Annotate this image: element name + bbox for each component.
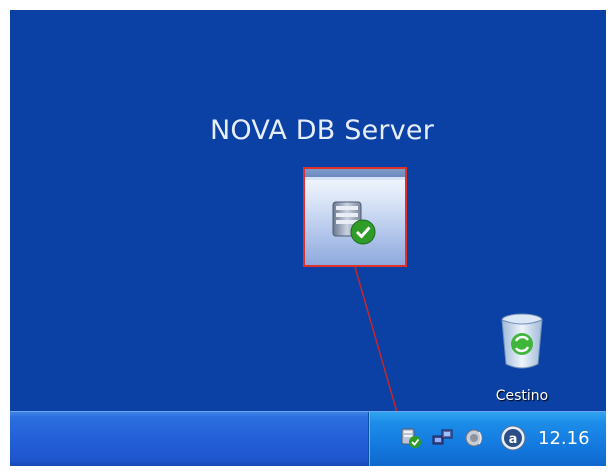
- agent-a-icon[interactable]: a: [499, 424, 527, 452]
- recycle-bin-icon: [501, 313, 543, 369]
- callout-strip: [305, 169, 405, 177]
- desktop-icon-label: Cestino: [495, 388, 549, 404]
- clock[interactable]: 12.16: [538, 428, 590, 449]
- speaker-icon[interactable]: [463, 427, 485, 449]
- desktop[interactable]: NOVA DB Server Cestino: [10, 10, 606, 411]
- screen: NOVA DB Server Cestino a 12.16: [10, 10, 606, 466]
- nova-db-server-icon[interactable]: [400, 427, 422, 449]
- callout-strip-highlight: [305, 177, 405, 180]
- nova-db-server-icon: [332, 201, 376, 245]
- network-icon[interactable]: [432, 427, 454, 449]
- svg-text:a: a: [509, 432, 518, 447]
- callout-title: NOVA DB Server: [210, 115, 435, 146]
- zoomed-tray-icon-callout: [303, 167, 407, 267]
- taskbar[interactable]: a 12.16: [10, 411, 606, 466]
- desktop-icon-cestino[interactable]: Cestino: [482, 310, 562, 420]
- system-tray: a 12.16: [368, 412, 606, 466]
